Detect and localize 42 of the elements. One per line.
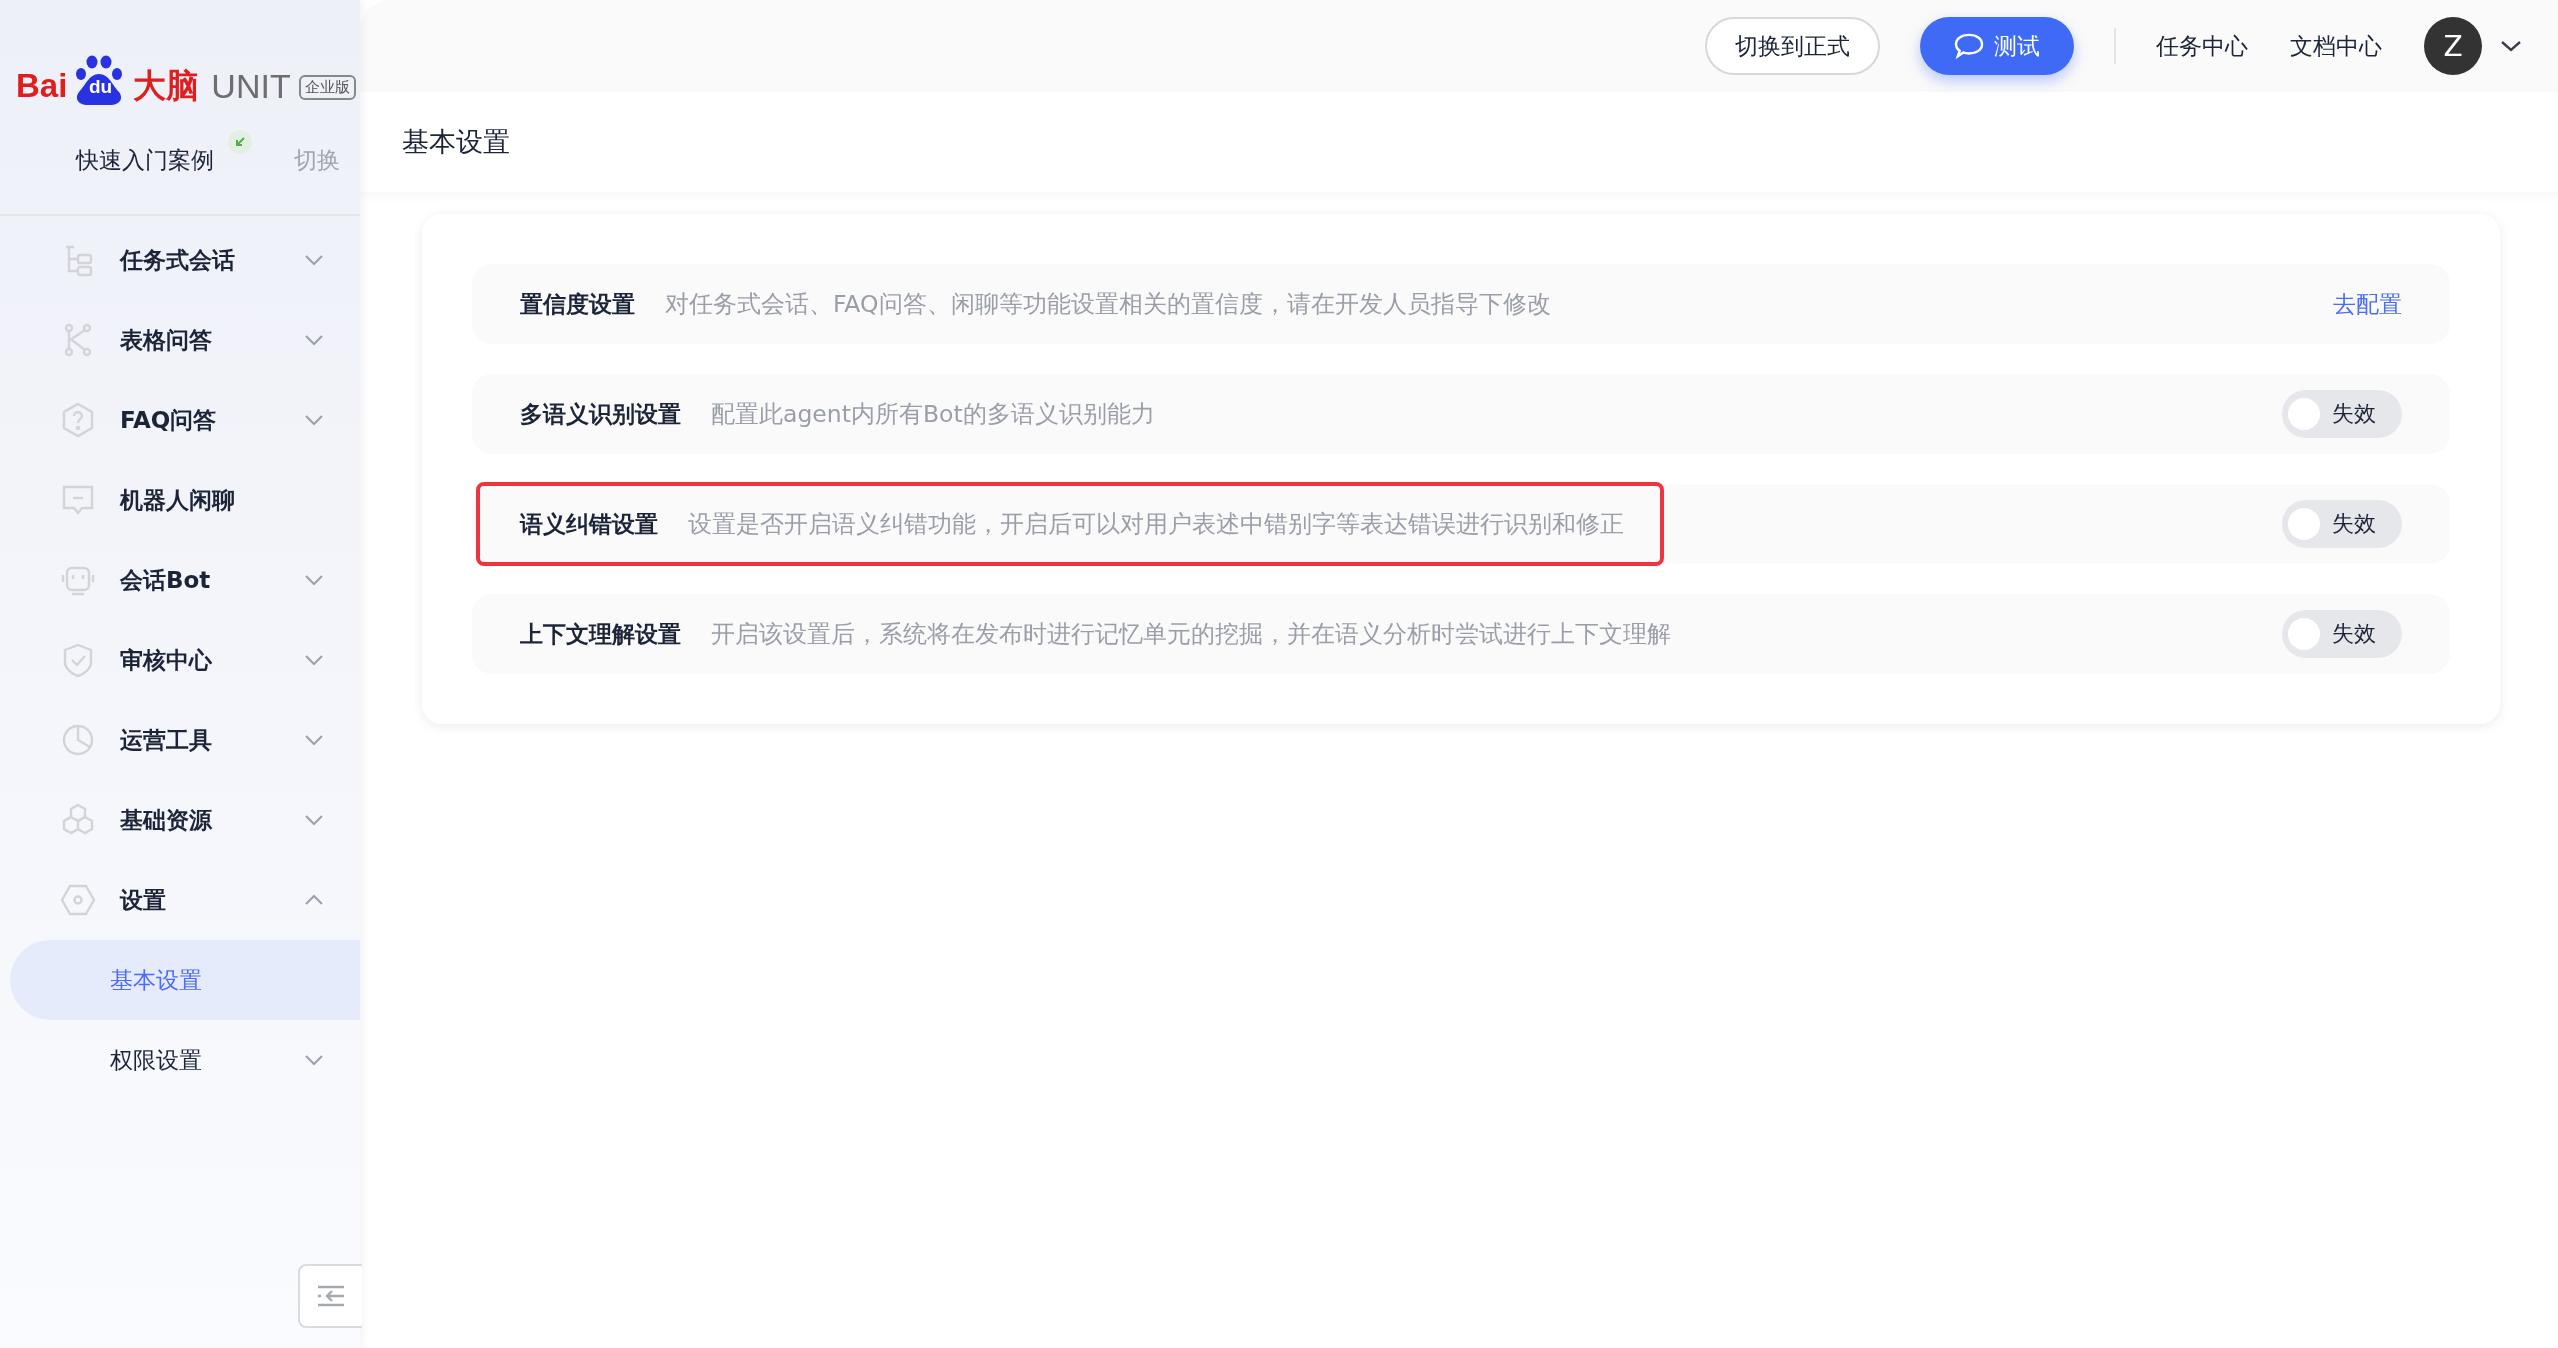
sidebar-item[interactable]: 审核中心 (10, 620, 360, 700)
setting-title: 多语义识别设置 (520, 399, 681, 429)
sidebar-item[interactable]: 表格问答 (10, 300, 360, 380)
page-title: 基本设置 (402, 125, 510, 159)
arrow-badge-icon (228, 130, 252, 154)
faq-icon (60, 402, 96, 438)
header-link[interactable]: 任务中心 (2156, 30, 2248, 62)
sidebar-subitem[interactable]: 基本设置 (10, 940, 360, 1020)
sidebar-item[interactable]: 机器人闲聊 (10, 460, 360, 540)
setting-description: 配置此agent内所有Bot的多语义识别能力 (711, 399, 1155, 430)
sidebar-item[interactable]: 基础资源 (10, 780, 360, 860)
setting-title: 置信度设置 (520, 289, 635, 319)
user-avatar[interactable]: Z (2424, 17, 2482, 75)
sidebar-item[interactable]: 任务式会话 (10, 220, 360, 300)
configure-link[interactable]: 去配置 (2333, 288, 2402, 320)
setting-description: 对任务式会话、FAQ问答、闲聊等功能设置相关的置信度，请在开发人员指导下修改 (665, 289, 1551, 320)
collapse-icon (317, 1284, 345, 1308)
logo-product-text: UNIT (211, 66, 291, 106)
test-button[interactable]: 测试 (1920, 17, 2074, 75)
sidebar-item[interactable]: 会话Bot (10, 540, 360, 620)
sidebar-item[interactable]: 运营工具 (10, 700, 360, 780)
setting-title: 语义纠错设置 (520, 509, 658, 539)
toggle-switch[interactable]: 失效 (2282, 500, 2402, 548)
chat-bubble-icon (1954, 33, 1984, 59)
logo-brand-text: Bai (16, 66, 68, 106)
toggle-switch[interactable]: 失效 (2282, 610, 2402, 658)
sidebar-item[interactable]: 设置 (10, 860, 360, 940)
chevron-icon[interactable] (2500, 40, 2522, 52)
project-name: 快速入门案例 (76, 145, 214, 175)
logo-brain-text: 大脑 (133, 66, 200, 106)
header-link[interactable]: 文档中心 (2290, 30, 2382, 62)
switch-to-production-button[interactable]: 切换到正式 (1705, 17, 1880, 75)
setting-title: 上下文理解设置 (520, 619, 681, 649)
setting-description: 开启该设置后，系统将在发布时进行记忆单元的挖掘，并在语义分析时尝试进行上下文理解 (711, 619, 1671, 650)
gear-icon (60, 882, 96, 918)
sidebar-subitem[interactable]: 权限设置 (10, 1020, 360, 1100)
sidebar-item[interactable]: FAQ问答 (10, 380, 360, 460)
pie-icon (60, 722, 96, 758)
logo-du-text: du (89, 76, 113, 98)
toggle-switch[interactable]: 失效 (2282, 390, 2402, 438)
setting-description: 设置是否开启语义纠错功能，开启后可以对用户表述中错别字等表达错误进行识别和修正 (688, 509, 1624, 540)
edition-badge: 企业版 (298, 75, 356, 100)
